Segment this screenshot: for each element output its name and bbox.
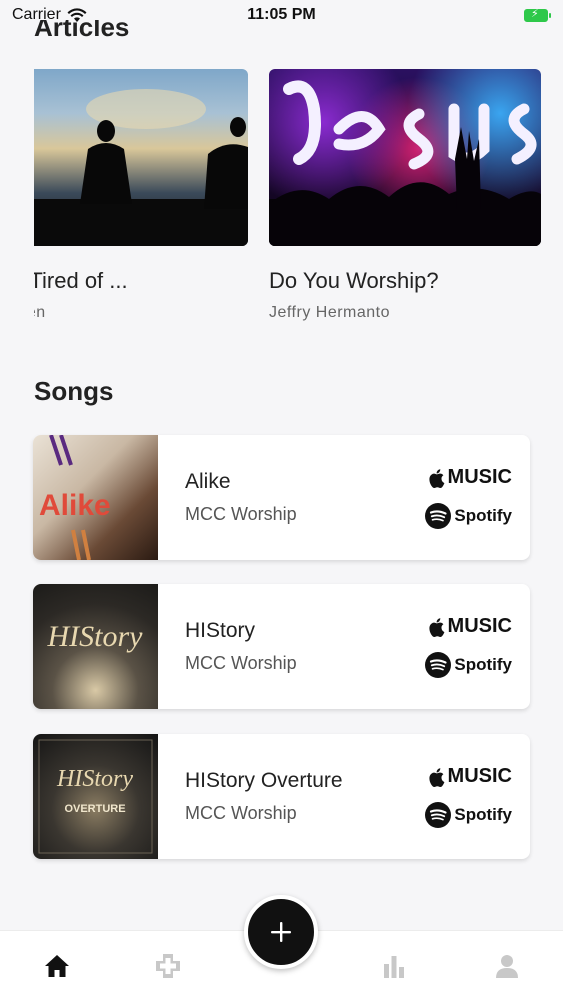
- add-button[interactable]: [244, 895, 318, 969]
- streaming-links: MUSIC Spotify: [420, 584, 530, 709]
- article-image: [34, 69, 248, 246]
- svg-text:Alike: Alike: [39, 489, 111, 522]
- song-card[interactable]: Alike Alike MCC Worship MUSIC Spotify: [33, 435, 530, 560]
- song-title: Alike: [185, 470, 231, 493]
- streaming-links: MUSIC Spotify: [420, 734, 530, 859]
- song-info: HIStory Overture MCC Worship: [158, 734, 420, 859]
- tab-profile[interactable]: [492, 951, 522, 981]
- song-artist: MCC Worship: [185, 653, 297, 673]
- apple-icon: [428, 617, 444, 637]
- apple-music-button[interactable]: MUSIC: [428, 615, 512, 638]
- stats-icon: [384, 956, 404, 978]
- svg-text:HIStory: HIStory: [47, 620, 144, 653]
- article-author: < Warren: [34, 304, 46, 321]
- apple-icon: [428, 767, 444, 787]
- spotify-label: Spotify: [454, 506, 512, 525]
- article-author: Jeffry Hermanto: [269, 304, 391, 321]
- article-title: : Get Tired of ...: [34, 268, 128, 293]
- spotify-button[interactable]: Spotify: [425, 652, 512, 678]
- streaming-links: MUSIC Spotify: [420, 435, 530, 560]
- songs-section-title: Songs: [34, 376, 114, 406]
- spotify-icon: [425, 503, 452, 529]
- articles-carousel[interactable]: : Get Tired of ... < Warren Do You Worsh…: [34, 69, 563, 329]
- tab-home[interactable]: [42, 951, 72, 981]
- battery-icon: [524, 7, 551, 22]
- song-card[interactable]: HIStory HIStory MCC Worship MUSIC Spotif…: [33, 584, 530, 709]
- song-artist: MCC Worship: [185, 504, 297, 524]
- song-card[interactable]: HIStory OVERTURE HIStory Overture MCC Wo…: [33, 734, 530, 859]
- add-icon: [271, 922, 291, 942]
- tab-church[interactable]: [153, 951, 183, 981]
- song-artist: MCC Worship: [185, 803, 297, 823]
- svg-text:OVERTURE: OVERTURE: [64, 803, 125, 815]
- album-art: HIStory OVERTURE: [33, 734, 158, 859]
- spotify-label: Spotify: [454, 805, 512, 824]
- song-info: Alike MCC Worship: [158, 435, 420, 560]
- home-icon: [45, 955, 69, 977]
- church-icon: [156, 954, 180, 978]
- song-title: HIStory Overture: [185, 769, 343, 792]
- article-card[interactable]: Do You Worship? Jeffry Hermanto: [269, 69, 541, 322]
- tab-stats[interactable]: [379, 951, 409, 981]
- profile-icon: [496, 955, 518, 978]
- song-info: HIStory MCC Worship: [158, 584, 420, 709]
- apple-icon: [428, 468, 444, 488]
- article-image: [269, 69, 541, 246]
- song-title: HIStory: [185, 619, 256, 642]
- spotify-label: Spotify: [454, 655, 512, 674]
- article-title: Do You Worship?: [269, 268, 439, 293]
- svg-text:HIStory: HIStory: [56, 766, 133, 792]
- apple-music-button[interactable]: MUSIC: [428, 765, 512, 788]
- album-art: Alike: [33, 435, 158, 560]
- apple-music-label: MUSIC: [447, 765, 512, 787]
- apple-music-label: MUSIC: [447, 466, 512, 488]
- spotify-button[interactable]: Spotify: [425, 802, 512, 828]
- apple-music-label: MUSIC: [447, 615, 512, 637]
- spotify-icon: [425, 802, 452, 828]
- spotify-button[interactable]: Spotify: [425, 503, 512, 529]
- spotify-icon: [425, 652, 452, 678]
- article-card[interactable]: : Get Tired of ... < Warren: [34, 69, 248, 322]
- apple-music-button[interactable]: MUSIC: [428, 466, 512, 489]
- album-art: HIStory: [33, 584, 158, 709]
